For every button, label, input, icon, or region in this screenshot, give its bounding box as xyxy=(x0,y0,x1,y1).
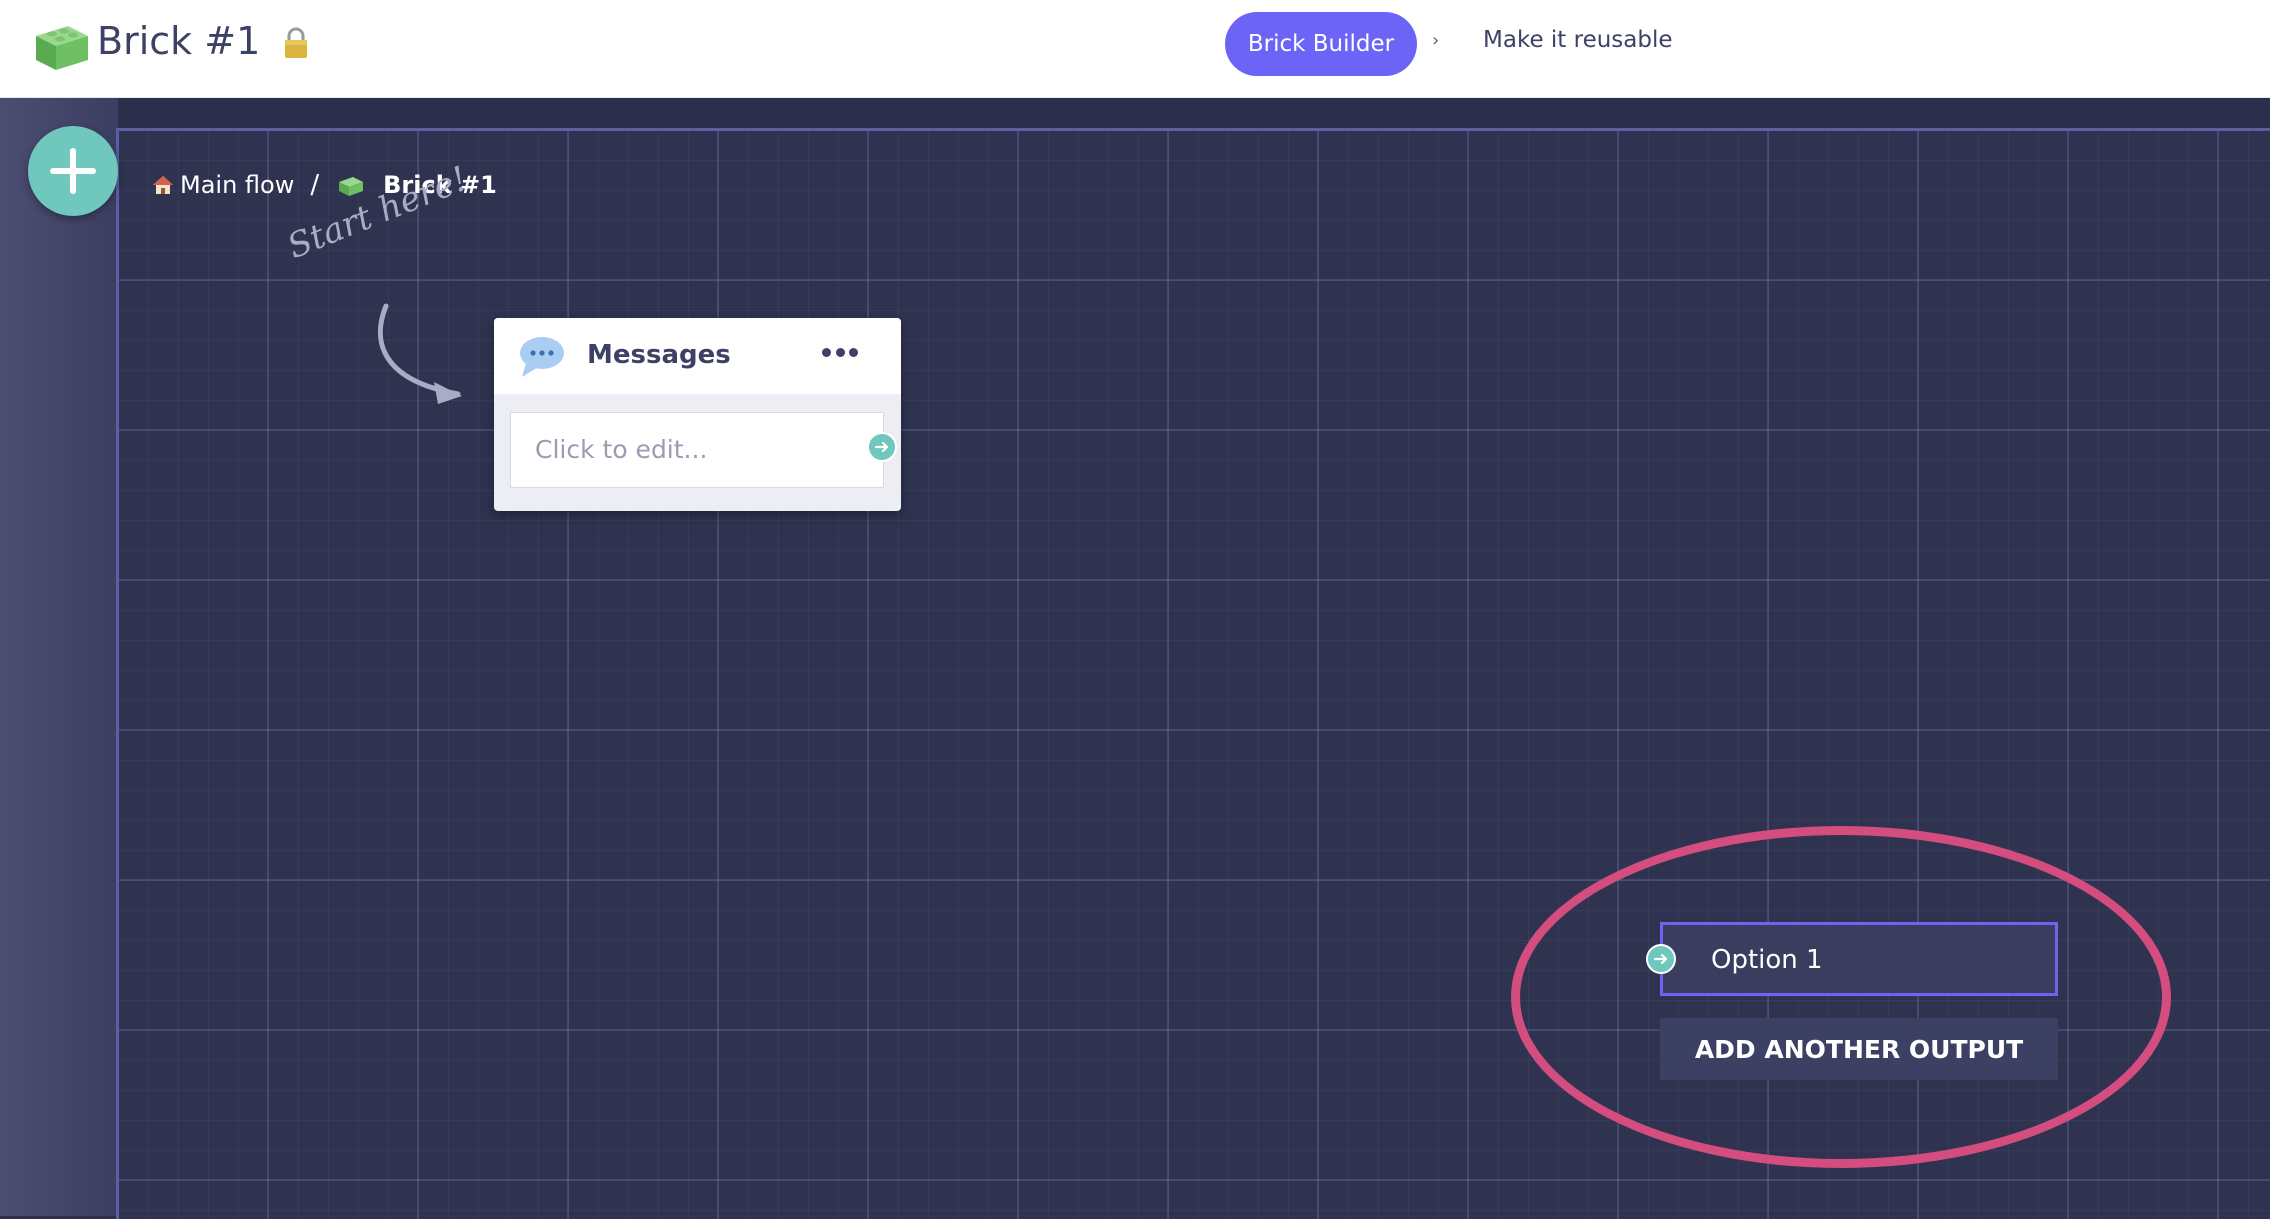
chat-bubble-icon xyxy=(520,337,564,377)
curved-arrow-icon xyxy=(377,303,462,404)
node-output-port[interactable] xyxy=(867,432,897,462)
add-another-output-button[interactable]: ADD ANOTHER OUTPUT xyxy=(1660,1018,2058,1080)
breadcrumb-separator: / xyxy=(310,170,320,200)
message-placeholder: Click to edit... xyxy=(535,435,708,464)
step-make-it-reusable[interactable]: Make it reusable xyxy=(1483,27,1673,53)
highlight-ellipse xyxy=(1511,826,2171,1168)
add-node-button[interactable] xyxy=(28,126,118,216)
brick-title[interactable]: Brick #1 xyxy=(97,16,260,66)
step-brick-builder[interactable]: Brick Builder xyxy=(1225,12,1417,76)
arrow-right-icon xyxy=(1653,953,1668,965)
more-horizontal-icon[interactable] xyxy=(822,348,858,360)
left-toolbar xyxy=(0,98,118,1216)
lego-brick-icon xyxy=(339,177,364,196)
home-icon xyxy=(153,176,173,194)
arrow-right-icon xyxy=(874,441,889,453)
breadcrumb-main-flow[interactable]: Main flow xyxy=(180,171,294,199)
output-option-label: Option 1 xyxy=(1711,945,1823,975)
top-bar: Brick #1 Brick Builder › Make it reusabl… xyxy=(0,0,2270,98)
output-input-port[interactable] xyxy=(1646,944,1676,974)
messages-node-title: Messages xyxy=(587,340,731,370)
lego-brick-icon xyxy=(36,26,88,70)
output-option[interactable]: Option 1 xyxy=(1660,922,2058,996)
step-separator: › xyxy=(1432,30,1440,51)
lock-icon[interactable] xyxy=(282,26,310,60)
messages-node[interactable]: Messages Click to edit... xyxy=(494,318,901,511)
messages-node-header[interactable]: Messages xyxy=(494,318,901,394)
message-edit-field[interactable]: Click to edit... xyxy=(510,412,884,488)
